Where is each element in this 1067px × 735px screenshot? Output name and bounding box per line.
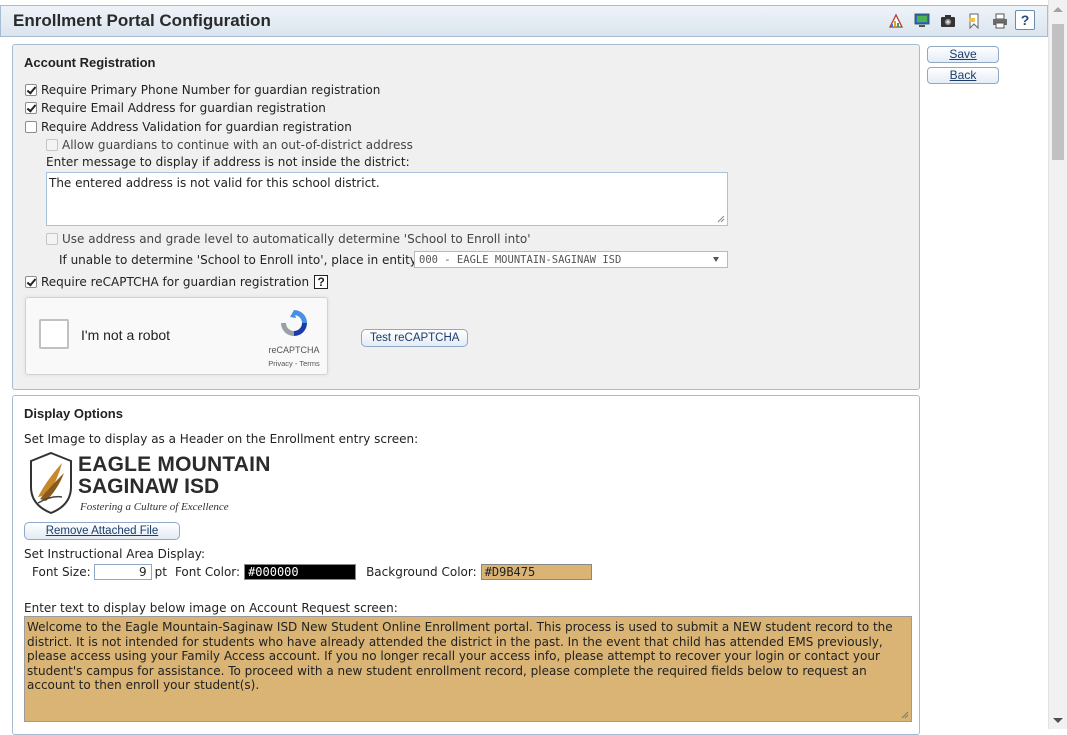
back-button[interactable]: Back xyxy=(927,67,999,84)
font-color-label: Font Color: xyxy=(174,565,241,579)
use-address-grade-checkbox[interactable] xyxy=(46,233,58,245)
toolbar: ? xyxy=(885,10,1035,32)
resize-grip-icon[interactable] xyxy=(901,711,909,719)
scroll-down-icon[interactable] xyxy=(1053,718,1063,723)
use-address-grade-label: Use address and grade level to automatic… xyxy=(62,232,531,246)
save-label: Save xyxy=(949,47,977,61)
report-icon[interactable] xyxy=(885,10,907,32)
recaptcha-brand: reCAPTCHA xyxy=(268,345,320,355)
remove-attached-file-label: Remove Attached File xyxy=(45,525,159,537)
monitor-icon[interactable] xyxy=(911,10,933,32)
font-color-input[interactable]: #000000 xyxy=(244,564,357,580)
require-email-label: Require Email Address for guardian regis… xyxy=(41,101,326,115)
page-title: Enrollment Portal Configuration xyxy=(13,11,271,30)
logo-tagline: Fostering a Culture of Excellence xyxy=(80,501,229,513)
require-recaptcha-checkbox[interactable] xyxy=(25,276,37,288)
header-image-prompt: Set Image to display as a Header on the … xyxy=(24,432,419,446)
unable-prompt: If unable to determine 'School to Enroll… xyxy=(59,253,421,267)
background-color-label: Background Color: xyxy=(366,565,477,579)
instructional-prompt: Set Instructional Area Display: xyxy=(24,547,206,561)
out-of-district-message-text: The entered address is not valid for thi… xyxy=(49,176,380,190)
resize-grip-icon[interactable] xyxy=(717,215,725,223)
entity-selected-value: 000 - EAGLE MOUNTAIN-SAGINAW ISD xyxy=(419,254,622,266)
display-options-panel: Display Options Set Image to display as … xyxy=(12,395,920,735)
account-request-text: Welcome to the Eagle Mountain-Saginaw IS… xyxy=(27,620,893,692)
require-address-checkbox[interactable] xyxy=(25,121,37,133)
recaptcha-widget: I'm not a robot reCAPTCHA Privacy - Term… xyxy=(25,297,328,375)
bookmark-icon[interactable] xyxy=(963,10,985,32)
font-size-unit: pt xyxy=(154,565,167,579)
allow-out-of-district-label: Allow guardians to continue with an out-… xyxy=(62,138,413,152)
logo-line1: EAGLE MOUNTAIN xyxy=(78,453,271,476)
district-logo-image: EAGLE MOUNTAIN SAGINAW ISD Fostering a C… xyxy=(24,447,281,520)
display-options-heading: Display Options xyxy=(24,406,123,421)
out-of-district-message-input[interactable]: The entered address is not valid for thi… xyxy=(46,172,728,226)
recaptcha-logo-icon xyxy=(281,310,307,336)
require-recaptcha-row: Require reCAPTCHA for guardian registrat… xyxy=(25,275,329,289)
logo-line2: SAGINAW ISD xyxy=(78,475,220,498)
remove-attached-file-button[interactable]: Remove Attached File xyxy=(24,522,180,540)
use-address-grade-row: Use address and grade level to automatic… xyxy=(46,232,531,246)
message-prompt: Enter message to display if address is n… xyxy=(46,155,410,169)
help-icon[interactable]: ? xyxy=(1015,10,1035,30)
require-phone-row: Require Primary Phone Number for guardia… xyxy=(25,83,380,97)
require-phone-label: Require Primary Phone Number for guardia… xyxy=(41,83,381,97)
require-email-row: Require Email Address for guardian regis… xyxy=(25,101,326,115)
allow-out-of-district-checkbox[interactable] xyxy=(46,139,58,151)
allow-out-of-district-row: Allow guardians to continue with an out-… xyxy=(46,138,413,152)
background-color-input[interactable]: #D9B475 xyxy=(480,564,592,580)
vertical-scrollbar[interactable] xyxy=(1048,0,1067,729)
recaptcha-checkbox-label: I'm not a robot xyxy=(81,327,171,343)
account-request-text-prompt: Enter text to display below image on Acc… xyxy=(24,601,398,615)
back-label: Back xyxy=(949,68,977,82)
save-button[interactable]: Save xyxy=(927,46,999,63)
entity-select[interactable]: 000 - EAGLE MOUNTAIN-SAGINAW ISD xyxy=(414,251,728,268)
scroll-up-icon[interactable] xyxy=(1053,7,1063,12)
print-icon[interactable] xyxy=(989,10,1011,32)
font-size-label: Font Size: xyxy=(32,565,91,579)
chevron-down-icon xyxy=(713,257,719,262)
require-email-checkbox[interactable] xyxy=(25,102,37,114)
require-address-row: Require Address Validation for guardian … xyxy=(25,120,352,134)
scroll-thumb[interactable] xyxy=(1052,24,1064,160)
test-recaptcha-button[interactable]: Test reCAPTCHA xyxy=(361,329,469,347)
require-phone-checkbox[interactable] xyxy=(25,84,37,96)
require-recaptcha-label: Require reCAPTCHA for guardian registrat… xyxy=(41,275,310,289)
feather-crest-icon xyxy=(30,451,72,515)
account-request-text-input[interactable]: Welcome to the Eagle Mountain-Saginaw IS… xyxy=(24,616,912,722)
title-bar: Enrollment Portal Configuration ? xyxy=(0,5,1048,37)
require-address-label: Require Address Validation for guardian … xyxy=(41,120,352,134)
recaptcha-checkbox[interactable] xyxy=(39,319,69,349)
instructional-settings-row: Font Size: 9 pt Font Color: #000000 Back… xyxy=(32,564,592,580)
recaptcha-help-icon[interactable]: ? xyxy=(314,275,329,289)
camera-icon[interactable] xyxy=(937,10,959,32)
recaptcha-terms-link[interactable]: Privacy - Terms xyxy=(259,359,329,368)
font-size-input[interactable]: 9 xyxy=(93,564,152,580)
account-registration-panel: Account Registration Require Primary Pho… xyxy=(12,44,920,390)
account-registration-heading: Account Registration xyxy=(24,55,156,70)
